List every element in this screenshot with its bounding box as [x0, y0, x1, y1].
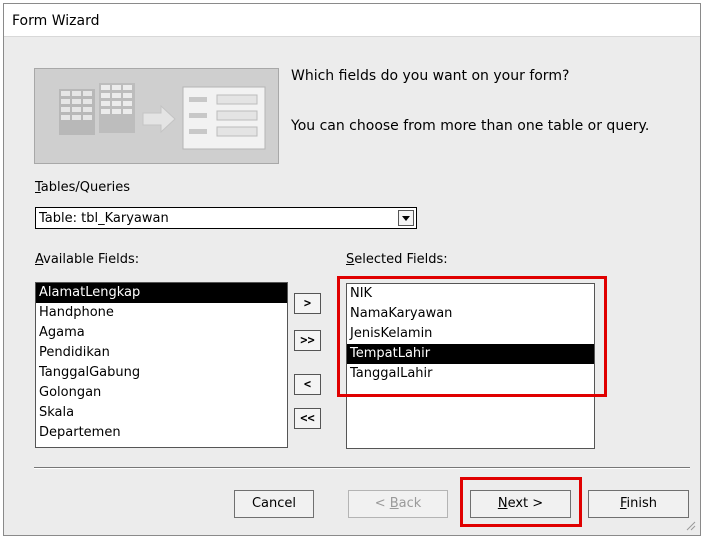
available-fields-label: Available Fields:	[35, 252, 139, 267]
available-fields-list[interactable]: AlamatLengkap Handphone Agama Pendidikan…	[35, 282, 288, 448]
list-item[interactable]: TanggalGabung	[36, 363, 287, 383]
add-all-fields-button[interactable]: >>	[294, 330, 321, 351]
chevron-down-icon[interactable]	[398, 210, 414, 226]
tables-queries-combo[interactable]: Table: tbl_Karyawan	[35, 207, 417, 229]
next-button-highlight	[460, 477, 582, 527]
finish-button[interactable]: Finish	[588, 490, 689, 518]
remove-field-button[interactable]: <	[294, 374, 321, 395]
list-item[interactable]: Golongan	[36, 383, 287, 403]
divider	[34, 467, 690, 469]
tables-queries-label-text: ables/Queries	[40, 180, 130, 195]
title-bar: Form Wizard	[4, 4, 700, 37]
selected-fields-highlight	[337, 276, 607, 397]
fields-hint: You can choose from more than one table …	[291, 118, 650, 134]
tables-queries-label: Tables/Queries	[35, 180, 130, 195]
list-item[interactable]: Pendidikan	[36, 343, 287, 363]
list-item[interactable]: Skala	[36, 403, 287, 423]
available-fields-hotkey: A	[35, 252, 44, 267]
add-field-button[interactable]: >	[294, 293, 321, 314]
back-button-prefix: <	[374, 496, 390, 511]
window-title: Form Wizard	[12, 13, 100, 29]
form-wizard-window: Form Wizard Which fields do you want on …	[3, 3, 701, 536]
cancel-button[interactable]: Cancel	[234, 490, 314, 518]
fields-question: Which fields do you want on your form?	[291, 68, 570, 84]
list-item[interactable]: AlamatLengkap	[36, 283, 287, 303]
finish-button-label: inish	[626, 496, 658, 511]
list-item[interactable]: Handphone	[36, 303, 287, 323]
list-item[interactable]: Departemen	[36, 423, 287, 443]
selected-fields-label-text: elected Fields:	[354, 252, 448, 267]
back-button-label: ack	[398, 496, 422, 511]
table-to-form-icon	[59, 83, 266, 150]
wizard-illustration	[34, 68, 279, 164]
tables-queries-value: Table: tbl_Karyawan	[39, 211, 169, 226]
back-button-hotkey: B	[389, 496, 399, 511]
list-item[interactable]: Agama	[36, 323, 287, 343]
back-button[interactable]: < Back	[348, 490, 448, 518]
selected-fields-label: Selected Fields:	[346, 252, 448, 267]
available-fields-label-text: vailable Fields:	[43, 252, 140, 267]
remove-all-fields-button[interactable]: <<	[294, 408, 321, 429]
resize-grip-icon[interactable]	[686, 521, 696, 531]
